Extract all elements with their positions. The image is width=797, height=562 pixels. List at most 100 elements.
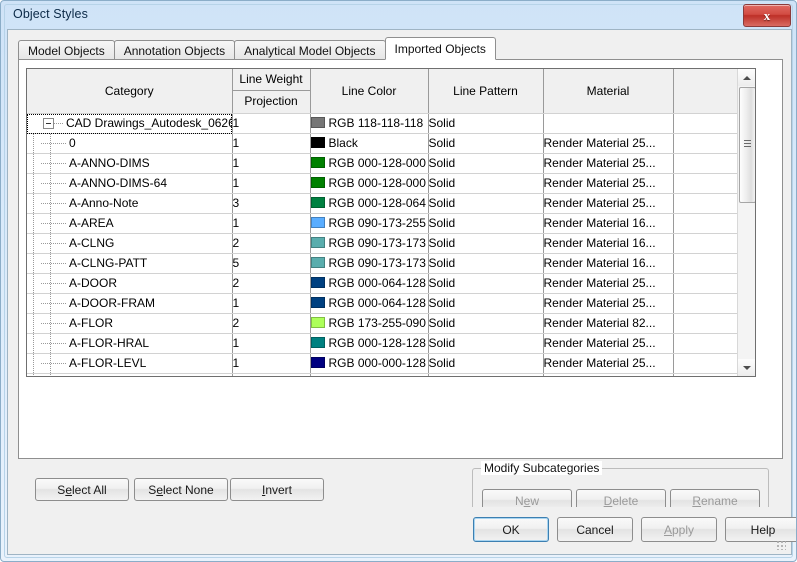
cell-line-color[interactable]: RGB 090-173-173 bbox=[310, 233, 429, 254]
cell-line-weight[interactable]: 5 bbox=[232, 253, 311, 274]
cell-line-pattern[interactable]: Solid bbox=[428, 133, 544, 154]
cell-line-weight[interactable]: 2 bbox=[232, 273, 311, 294]
cell-category[interactable]: A-CLNG bbox=[27, 233, 233, 254]
cell-category[interactable]: 0 bbox=[27, 133, 233, 154]
cell-material[interactable]: Render Material 16... bbox=[543, 233, 674, 254]
table-row[interactable]: A-AREA 1 RGB 090-173-255 Solid Render Materi… bbox=[27, 213, 737, 234]
cell-category[interactable]: A-FLOR-LEVL bbox=[27, 353, 233, 374]
invert-button[interactable]: Invert bbox=[230, 478, 324, 501]
cell-category[interactable]: A-DOOR bbox=[27, 273, 233, 294]
cell-category[interactable]: A-Anno-Note bbox=[27, 193, 233, 214]
table-row[interactable]: A-Anno-Note 3 RGB 000-128-064 Solid Render M… bbox=[27, 193, 737, 214]
cell-line-color[interactable]: RGB 090-173-255 bbox=[310, 213, 429, 234]
cell-line-color[interactable]: RGB 118-118-118 bbox=[310, 113, 429, 134]
scrollbar-thumb[interactable] bbox=[739, 87, 755, 203]
cell-line-weight[interactable]: 1 bbox=[232, 173, 311, 194]
cell-line-weight[interactable]: 2 bbox=[232, 313, 311, 334]
table-row[interactable]: A-ANNO-DIMS 1 RGB 000-128-000 Solid Render M… bbox=[27, 153, 737, 174]
cell-line-color[interactable]: RGB 000-064-128 bbox=[310, 293, 429, 314]
table-row[interactable]: A-CLNG-PATT 5 RGB 090-173-173 Solid Render M… bbox=[27, 253, 737, 274]
col-header-line-color[interactable]: Line Color bbox=[310, 69, 429, 114]
col-header-line-weight[interactable]: Line Weight Projection bbox=[232, 69, 311, 114]
cell-line-pattern[interactable]: Solid bbox=[428, 113, 544, 134]
cell-line-weight[interactable]: 1 bbox=[232, 113, 311, 134]
cell-category[interactable]: A-DOOR-FRAM bbox=[27, 293, 233, 314]
cell-line-weight[interactable]: 1 bbox=[232, 213, 311, 234]
cell-category[interactable]: A-CLNG-PATT bbox=[27, 253, 233, 274]
cell-line-color[interactable]: RGB 000-128-000 bbox=[310, 153, 429, 174]
col-header-material[interactable]: Material bbox=[543, 69, 674, 114]
close-icon[interactable]: x bbox=[743, 4, 791, 27]
cell-line-color[interactable]: RGB 000-128-128 bbox=[310, 333, 429, 354]
cell-material[interactable]: Render Material 82... bbox=[543, 313, 674, 334]
cell-line-pattern[interactable]: Solid bbox=[428, 333, 544, 354]
cell-material[interactable]: Render Material 25... bbox=[543, 193, 674, 214]
table-row[interactable]: A-FLOR-LEVL 1 RGB 000-000-128 Solid Render M… bbox=[27, 353, 737, 374]
apply-button[interactable]: Apply bbox=[641, 517, 717, 542]
cell-line-color[interactable]: RGB 000-128-000 bbox=[310, 173, 429, 194]
minus-box-icon[interactable] bbox=[43, 118, 54, 129]
table-row[interactable]: A-FLOR-HRAL 1 RGB 000-128-128 Solid Render M… bbox=[27, 333, 737, 354]
cell-material[interactable]: Render Material 25... bbox=[543, 353, 674, 374]
cell-line-weight[interactable]: 1 bbox=[232, 293, 311, 314]
col-header-blank[interactable] bbox=[673, 69, 737, 114]
scroll-up-icon[interactable] bbox=[738, 69, 755, 86]
grid-vertical-scrollbar[interactable] bbox=[737, 69, 755, 376]
cell-line-weight[interactable]: 1 bbox=[232, 133, 311, 154]
cell-line-pattern[interactable]: Solid bbox=[428, 153, 544, 174]
col-header-line-pattern[interactable]: Line Pattern bbox=[428, 69, 544, 114]
table-row[interactable]: A-ANNO-DIMS-64 1 RGB 000-128-000 Solid Rende… bbox=[27, 173, 737, 194]
cell-line-pattern[interactable]: Solid bbox=[428, 233, 544, 254]
table-row[interactable]: A-FLOR 2 RGB 173-255-090 Solid Render Materi… bbox=[27, 313, 737, 334]
cell-category[interactable]: A-FLOR-HRAL bbox=[27, 333, 233, 354]
cell-line-color[interactable]: RGB 090-173-173 bbox=[310, 373, 429, 376]
cell-line-color[interactable]: RGB 000-000-128 bbox=[310, 353, 429, 374]
cell-line-pattern[interactable]: Solid bbox=[428, 193, 544, 214]
tab-analytical-model-objects[interactable]: Analytical Model Objects bbox=[234, 40, 386, 60]
ok-button[interactable]: OK bbox=[473, 517, 549, 542]
cell-category[interactable]: A-GENM bbox=[27, 373, 233, 376]
cell-line-pattern[interactable]: Solid bbox=[428, 273, 544, 294]
cell-line-color[interactable]: RGB 000-128-064 bbox=[310, 193, 429, 214]
cell-line-pattern[interactable]: Solid bbox=[428, 353, 544, 374]
cell-line-pattern[interactable]: Solid bbox=[428, 313, 544, 334]
cell-line-weight[interactable]: 1 bbox=[232, 373, 311, 376]
tab-model-objects[interactable]: Model Objects bbox=[18, 40, 115, 60]
cell-line-color[interactable]: RGB 173-255-090 bbox=[310, 313, 429, 334]
cell-category[interactable]: A-ANNO-DIMS bbox=[27, 153, 233, 174]
select-none-button[interactable]: Select None bbox=[134, 478, 228, 501]
cancel-button[interactable]: Cancel bbox=[557, 517, 633, 542]
cell-line-color[interactable]: RGB 000-064-128 bbox=[310, 273, 429, 294]
cell-category[interactable]: A-FLOR bbox=[27, 313, 233, 334]
table-row[interactable]: A-GENM 1RGB 090-173-173SolidRender Materi… bbox=[27, 373, 737, 376]
cell-line-pattern[interactable]: Solid bbox=[428, 173, 544, 194]
cell-material[interactable]: Render Material 25... bbox=[543, 153, 674, 174]
cell-material[interactable]: Render Material 25... bbox=[543, 173, 674, 194]
cell-line-weight[interactable]: 3 bbox=[232, 193, 311, 214]
cell-material[interactable] bbox=[543, 113, 674, 134]
cell-line-weight[interactable]: 1 bbox=[232, 153, 311, 174]
cell-line-weight[interactable]: 2 bbox=[232, 233, 311, 254]
cell-material[interactable]: Render Material 25... bbox=[543, 133, 674, 154]
cell-material[interactable]: Render Material 25... bbox=[543, 333, 674, 354]
cell-line-color[interactable]: Black bbox=[310, 133, 429, 154]
cell-category[interactable]: CAD Drawings_Autodesk_0626... bbox=[27, 113, 233, 134]
cell-line-pattern[interactable]: Solid bbox=[428, 293, 544, 314]
cell-material[interactable]: Render Material 25... bbox=[543, 293, 674, 314]
cell-material[interactable]: Render Material 16... bbox=[543, 253, 674, 274]
col-header-category[interactable]: Category bbox=[27, 69, 233, 114]
cell-material[interactable]: Render Material 16... bbox=[543, 373, 674, 376]
cell-line-pattern[interactable]: Solid bbox=[428, 213, 544, 234]
cell-material[interactable]: Render Material 16... bbox=[543, 213, 674, 234]
table-row[interactable]: CAD Drawings_Autodesk_0626... 1 RGB 118-11… bbox=[27, 113, 737, 134]
help-button[interactable]: Help bbox=[725, 517, 796, 542]
table-row[interactable]: A-CLNG 2 RGB 090-173-173 Solid Render Materi… bbox=[27, 233, 737, 254]
table-row[interactable]: A-DOOR-FRAM 1 RGB 000-064-128 Solid Render M… bbox=[27, 293, 737, 314]
cell-line-color[interactable]: RGB 090-173-173 bbox=[310, 253, 429, 274]
cell-category[interactable]: A-AREA bbox=[27, 213, 233, 234]
cell-line-weight[interactable]: 1 bbox=[232, 333, 311, 354]
cell-line-weight[interactable]: 1 bbox=[232, 353, 311, 374]
cell-line-pattern[interactable]: Solid bbox=[428, 253, 544, 274]
table-row[interactable]: 0 1 Black Solid Render Material 25... bbox=[27, 133, 737, 154]
tab-annotation-objects[interactable]: Annotation Objects bbox=[113, 40, 236, 60]
